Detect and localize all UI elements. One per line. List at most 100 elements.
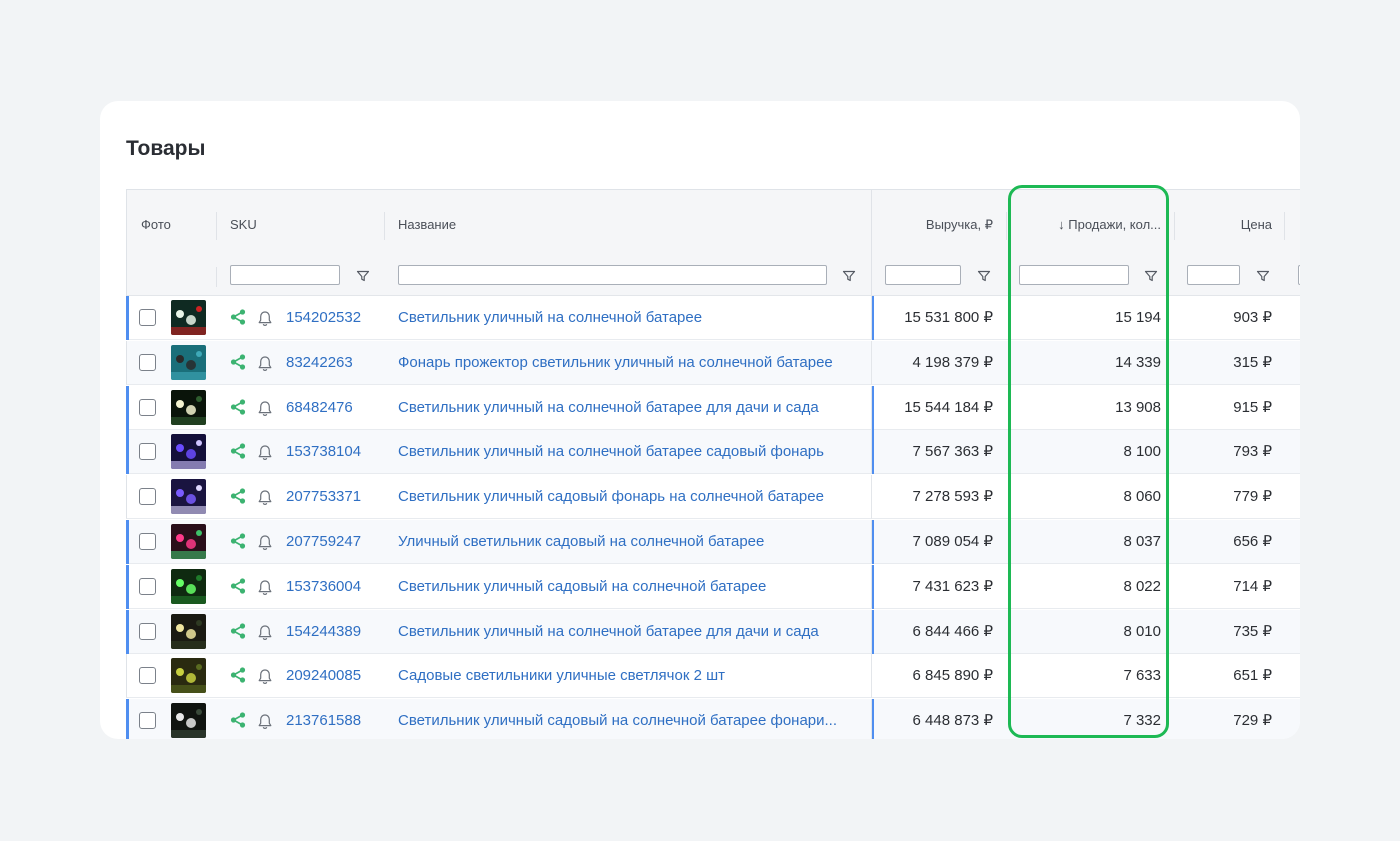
column-divider (871, 296, 872, 340)
product-name-link[interactable]: Светильник уличный на солнечной батарее (398, 296, 860, 340)
row-checkbox[interactable] (139, 712, 156, 730)
product-name-link[interactable]: Светильник уличный на солнечной батарее … (398, 386, 860, 430)
column-header-revenue[interactable]: Выручка, ₽ (887, 190, 993, 260)
column-divider (216, 267, 217, 287)
price-filter-input[interactable] (1187, 265, 1240, 285)
product-name-link[interactable]: Садовые светильники уличные светлячок 2 … (398, 654, 860, 698)
share-icon[interactable] (230, 533, 246, 549)
price-cell: 714 ₽ (1233, 577, 1272, 595)
sku-link[interactable]: 153736004 (286, 565, 361, 609)
product-name-link[interactable]: Светильник уличный садовый на солнечной … (398, 565, 860, 609)
row-checkbox[interactable] (139, 667, 156, 685)
product-thumbnail[interactable] (171, 300, 206, 335)
product-thumbnail[interactable] (171, 344, 206, 380)
product-thumbnail[interactable] (171, 479, 206, 515)
filter-icon[interactable] (977, 269, 991, 283)
row-marker (126, 296, 129, 340)
product-thumbnail[interactable] (171, 703, 206, 739)
filter-icon[interactable] (842, 269, 856, 283)
bell-icon[interactable] (257, 310, 273, 327)
share-icon[interactable] (230, 667, 246, 683)
column-header-price[interactable]: Цена (1187, 190, 1272, 260)
sku-link[interactable]: 154202532 (286, 296, 361, 340)
share-icon[interactable] (230, 398, 246, 415)
share-icon[interactable] (230, 712, 246, 728)
sku-link[interactable]: 207753371 (286, 475, 361, 519)
revenue-cell: 7 431 623 ₽ (912, 577, 993, 595)
bell-icon[interactable] (257, 355, 273, 372)
bell-icon[interactable] (257, 668, 273, 685)
share-icon[interactable] (230, 578, 246, 594)
row-checkbox[interactable] (139, 577, 156, 595)
row-checkbox[interactable] (139, 533, 156, 550)
share-icon[interactable] (230, 354, 246, 370)
row-checkbox[interactable] (139, 353, 156, 371)
row-checkbox[interactable] (139, 398, 156, 416)
price-cell: 793 ₽ (1233, 443, 1272, 461)
sku-link[interactable]: 154244389 (286, 610, 361, 654)
name-filter-input[interactable] (398, 265, 827, 285)
sku-link[interactable]: 207759247 (286, 520, 361, 564)
price-cell: 779 ₽ (1233, 488, 1272, 506)
product-thumbnail[interactable] (171, 613, 206, 649)
bell-icon[interactable] (257, 489, 273, 506)
sku-link[interactable]: 153738104 (286, 430, 361, 474)
product-name-link[interactable]: Светильник уличный садовый на солнечной … (398, 699, 860, 739)
price-cell: 315 ₽ (1233, 353, 1272, 371)
product-name-link[interactable]: Светильник уличный на солнечной батарее … (398, 610, 860, 654)
row-marker (126, 385, 129, 430)
bell-icon[interactable] (257, 713, 273, 730)
sku-link[interactable]: 68482476 (286, 386, 353, 430)
revenue-cell: 6 448 873 ₽ (912, 712, 993, 730)
row-checkbox[interactable] (139, 488, 156, 506)
share-icon[interactable] (230, 443, 246, 459)
product-name-link[interactable]: Светильник уличный садовый фонарь на сол… (398, 475, 860, 519)
share-icon[interactable] (230, 622, 246, 639)
revenue-cell: 7 567 363 ₽ (912, 443, 993, 461)
column-divider[interactable] (1174, 212, 1175, 240)
column-divider (871, 520, 872, 564)
sku-link[interactable]: 209240085 (286, 654, 361, 698)
product-thumbnail[interactable] (171, 658, 206, 694)
price-cell: 903 ₽ (1233, 309, 1272, 326)
sku-filter-input[interactable] (230, 265, 340, 285)
filter-icon[interactable] (1256, 269, 1270, 283)
column-divider[interactable] (871, 190, 872, 260)
bell-icon[interactable] (257, 400, 273, 417)
sku-link[interactable]: 83242263 (286, 341, 353, 385)
row-checkbox[interactable] (139, 309, 156, 326)
bell-icon[interactable] (257, 624, 273, 641)
product-thumbnail[interactable] (171, 524, 206, 559)
page-title: Товары (126, 137, 206, 160)
column-header-sku[interactable]: SKU (230, 190, 257, 260)
sku-link[interactable]: 213761588 (286, 699, 361, 739)
product-thumbnail[interactable] (171, 434, 206, 470)
share-icon[interactable] (230, 309, 246, 325)
column-divider[interactable] (1284, 212, 1285, 240)
product-name-link[interactable]: Уличный светильник садовый на солнечной … (398, 520, 860, 564)
revenue-cell: 7 089 054 ₽ (912, 533, 993, 550)
row-marker (126, 564, 129, 609)
product-thumbnail[interactable] (171, 568, 206, 604)
bell-icon[interactable] (257, 444, 273, 461)
row-checkbox[interactable] (139, 443, 156, 461)
column-header-name[interactable]: Название (398, 190, 456, 260)
bell-icon[interactable] (257, 534, 273, 551)
column-divider[interactable] (1006, 212, 1007, 240)
product-name-link[interactable]: Фонарь прожектор светильник уличный на с… (398, 341, 860, 385)
price-cell: 915 ₽ (1233, 398, 1272, 416)
filter-icon[interactable] (356, 269, 370, 283)
row-checkbox[interactable] (139, 622, 156, 640)
column-header-photo[interactable]: Фото (141, 190, 171, 260)
column-divider[interactable] (216, 212, 217, 240)
column-divider (871, 430, 872, 475)
share-icon[interactable] (230, 488, 246, 504)
price-cell: 656 ₽ (1233, 533, 1272, 550)
product-thumbnail[interactable] (171, 389, 206, 425)
revenue-cell: 4 198 379 ₽ (912, 353, 993, 371)
bell-icon[interactable] (257, 579, 273, 596)
column-divider[interactable] (384, 212, 385, 240)
product-name-link[interactable]: Светильник уличный на солнечной батарее … (398, 430, 860, 474)
next-filter-input[interactable] (1298, 265, 1300, 285)
revenue-filter-input[interactable] (885, 265, 961, 285)
